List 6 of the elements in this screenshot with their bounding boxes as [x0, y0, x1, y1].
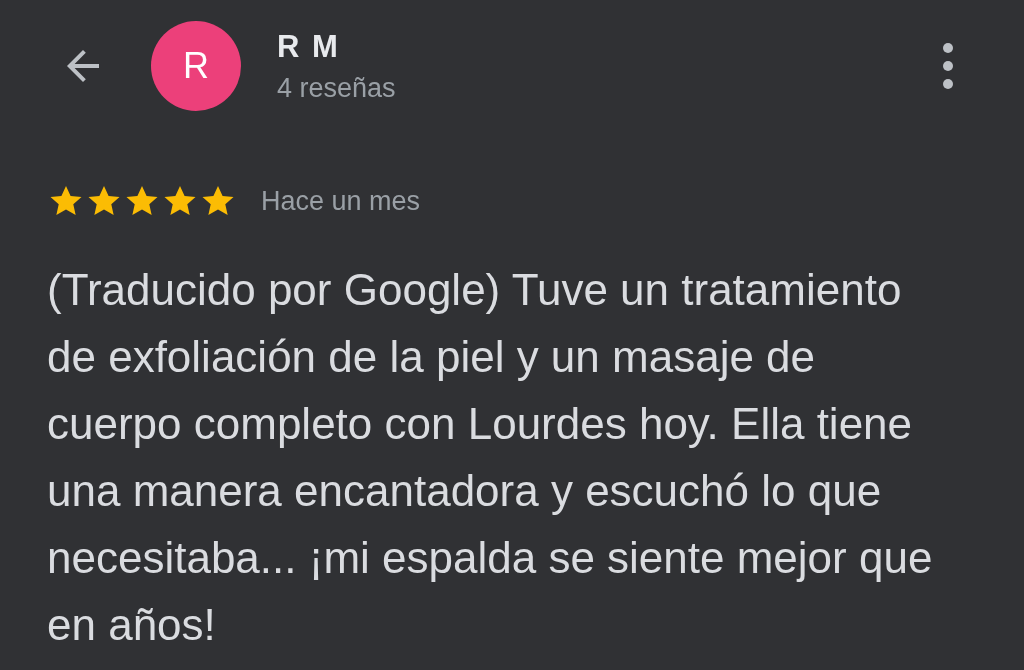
more-vertical-icon — [940, 41, 956, 91]
review-time: Hace un mes — [261, 185, 421, 217]
reviewer-name: R M — [277, 28, 341, 65]
review-text: (Traducido por Google) Tuve un tratamiento de exfoliación de la piel y un masaje de cuerpo completo con Lourdes hoy. Ella tiene una manera encantadora y escuchó lo que necesitaba... ¡mi espalda se siente mejor que en años! — [47, 264, 934, 651]
review-count: 4 reseñas — [277, 72, 397, 104]
avatar: R — [151, 21, 241, 111]
